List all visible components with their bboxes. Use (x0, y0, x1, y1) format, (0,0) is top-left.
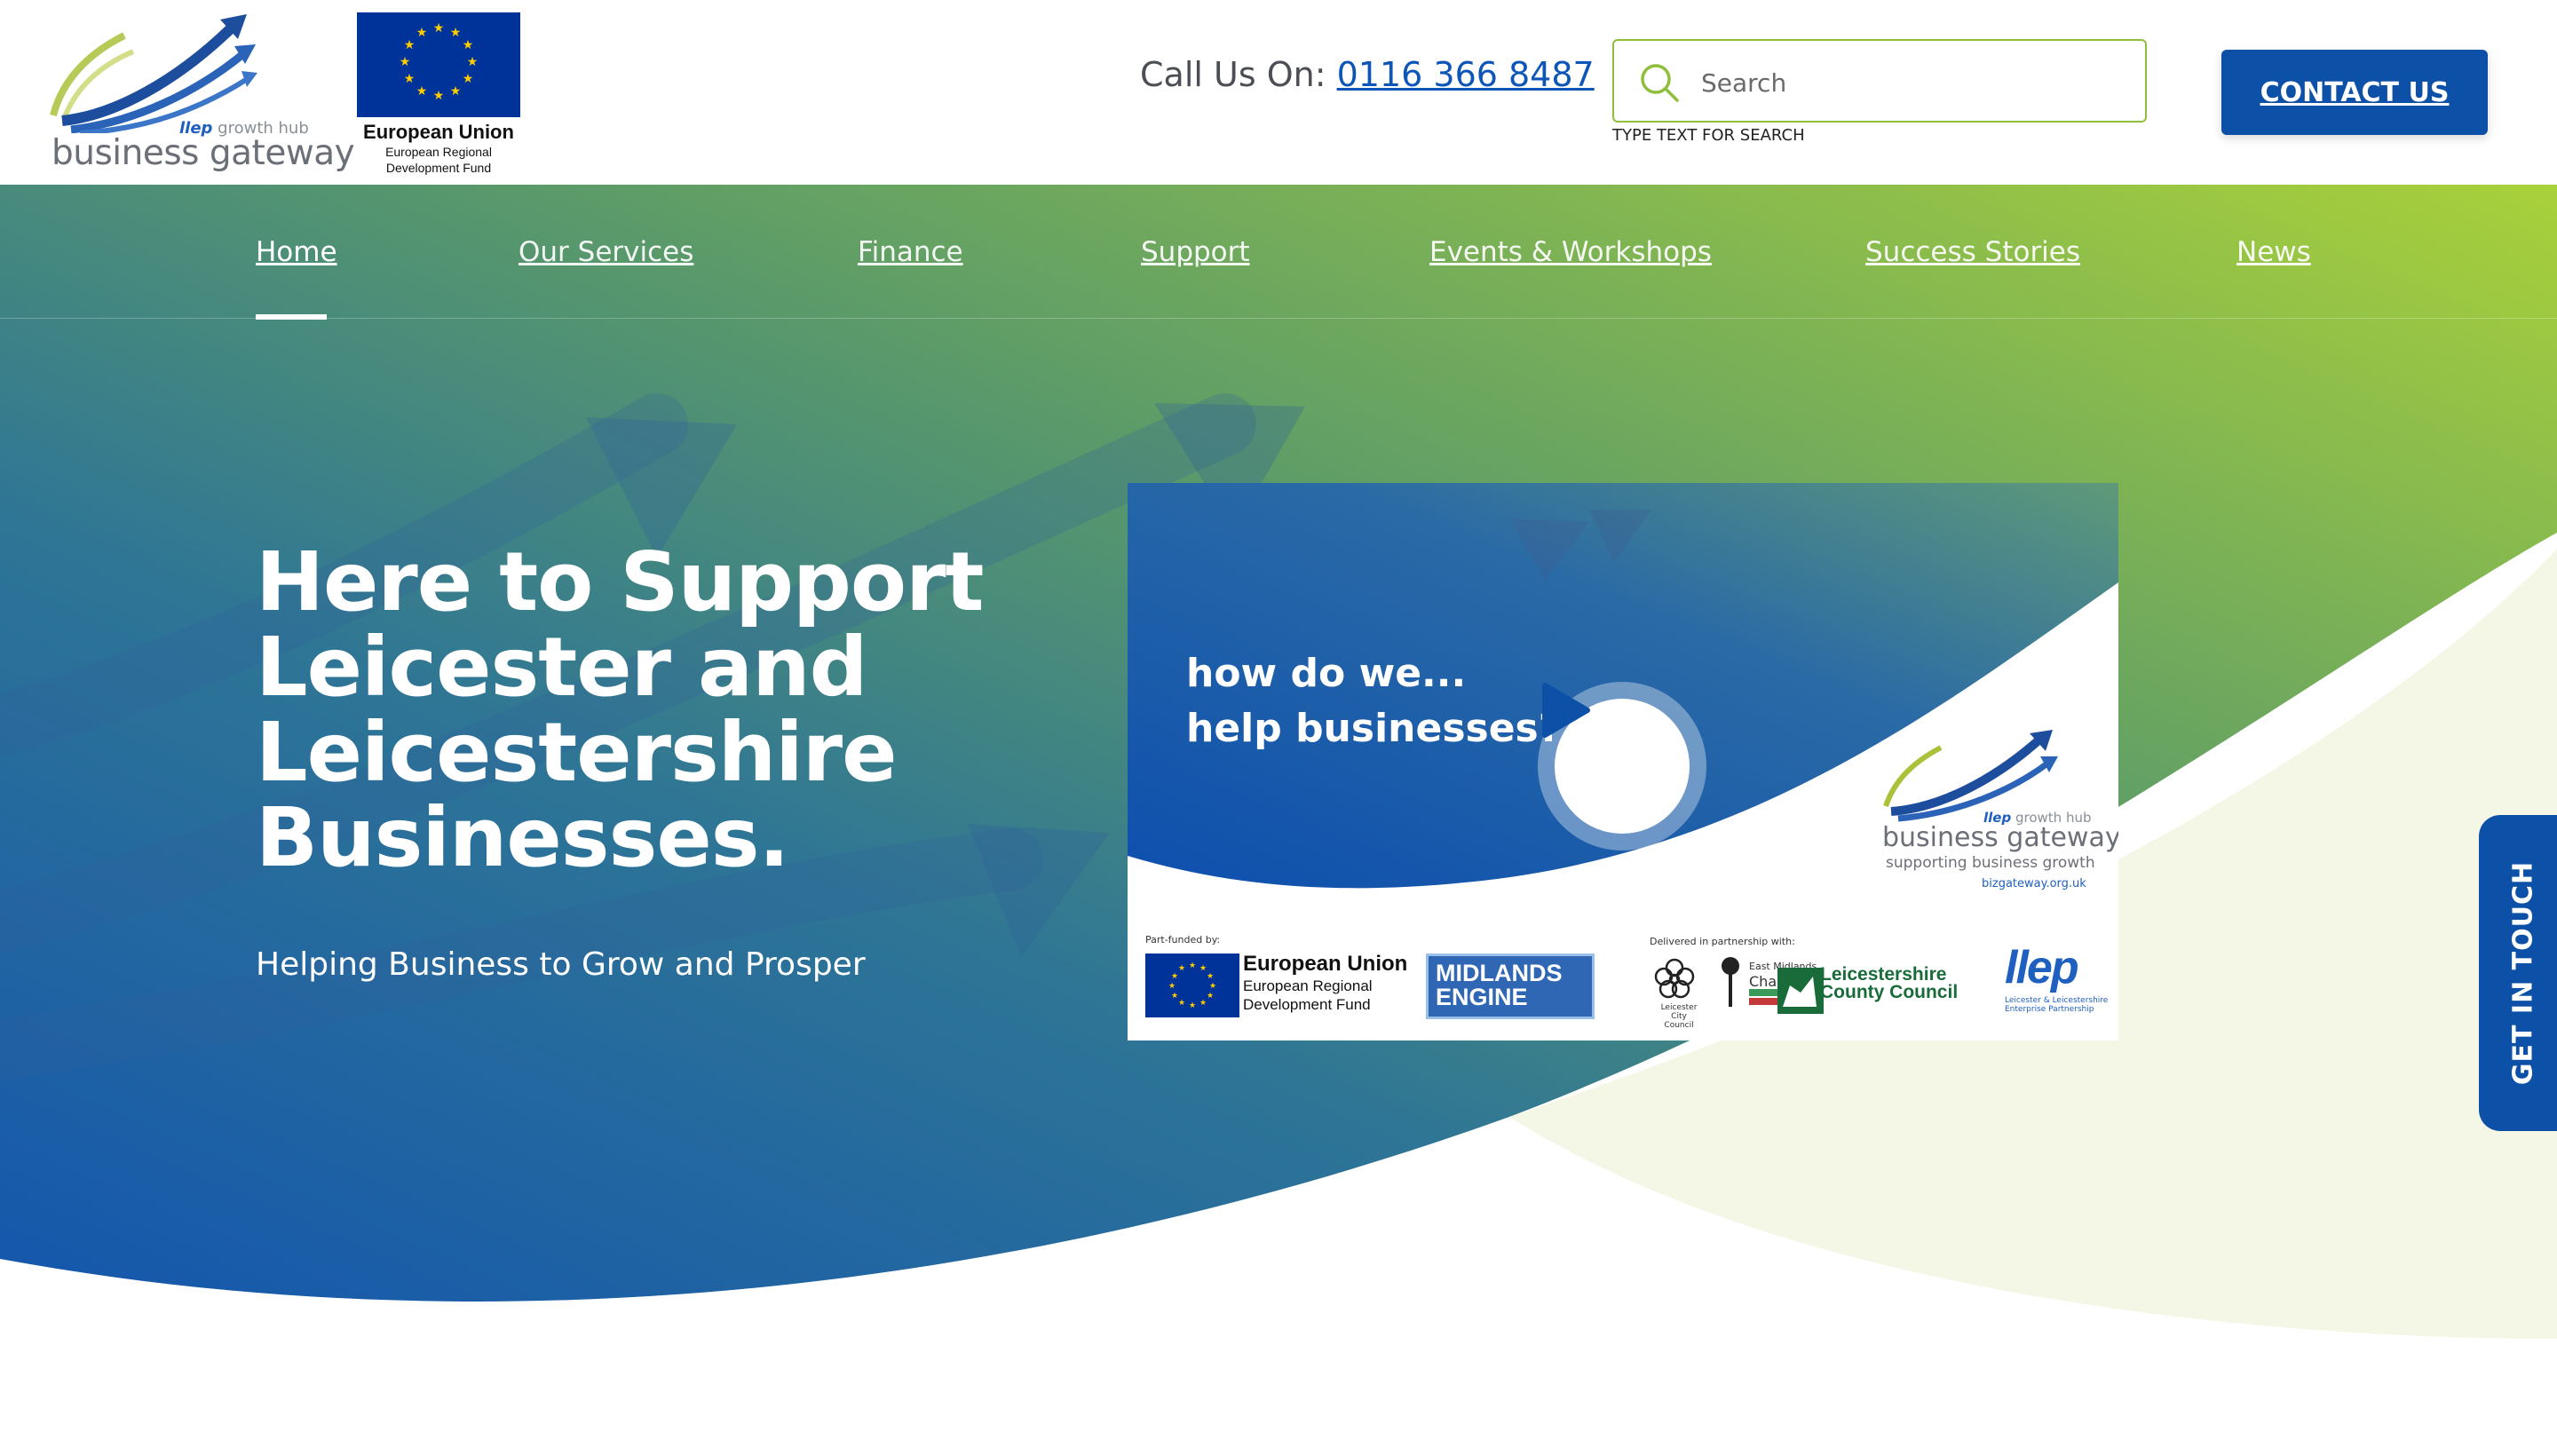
search-box[interactable] (1612, 39, 2147, 123)
call-us-label: Call Us On: (1140, 55, 1326, 94)
eu-flag-icon: ★ ★ ★ ★ ★ ★ ★ ★ ★ ★ ★ ★ (1145, 954, 1239, 1017)
site-header: llep growth hub business gateway ★ ★ ★ ★ ★ ★… (0, 0, 2557, 185)
nav-our-services[interactable]: Our Services (519, 236, 693, 268)
eu-subtitle-1: European Regional (385, 145, 492, 159)
play-icon (1542, 683, 1590, 738)
eu-title: European Union (363, 121, 514, 143)
nav-finance[interactable]: Finance (858, 236, 963, 268)
get-in-touch-tab[interactable]: GET IN TOUCH (2479, 815, 2557, 1131)
nav-active-indicator (256, 314, 327, 320)
nav-home[interactable]: Home (256, 236, 337, 268)
svg-text:★: ★ (1168, 982, 1176, 991)
svg-text:★: ★ (1209, 982, 1216, 991)
svg-text:★: ★ (433, 21, 445, 36)
play-button[interactable] (1538, 682, 1706, 851)
svg-text:★: ★ (433, 89, 445, 103)
hero-section: Home Our Services Finance Support Events… (0, 185, 2557, 1456)
main-nav: Home Our Services Finance Support Events… (0, 185, 2557, 320)
nav-support[interactable]: Support (1141, 236, 1250, 268)
hero-title: Here to Support Leicester and Leicesters… (256, 540, 1126, 881)
brand-name: business gateway (51, 133, 355, 173)
video-brand-logo: llep growth hub business gateway support… (1879, 726, 2118, 904)
svg-text:★: ★ (1189, 961, 1196, 970)
chamber-tree-icon (1722, 957, 1739, 1007)
leicestershire-county-council-logo: Leicestershire County Council (1820, 964, 1959, 1002)
business-gateway-logo[interactable]: llep growth hub business gateway (44, 9, 355, 178)
svg-text:★: ★ (1178, 964, 1185, 973)
video-question: how do we... help businesses? (1186, 651, 1562, 751)
llep-logo: llep (2005, 942, 2079, 993)
svg-text:★: ★ (416, 26, 428, 40)
growth-arrows-logo-mark (50, 14, 257, 133)
eu-subtitle-2: Development Fund (385, 161, 492, 175)
svg-text:★: ★ (1207, 992, 1214, 1001)
search-hint: TYPE TEXT FOR SEARCH (1612, 126, 1805, 145)
hero-title-line: Leicester and (256, 620, 867, 715)
svg-text:★: ★ (404, 72, 416, 86)
county-council-fox-icon (1777, 968, 1824, 1014)
call-us: Call Us On: 0116 366 8487 (1140, 55, 1595, 94)
svg-text:★: ★ (416, 84, 428, 99)
svg-text:★: ★ (1171, 992, 1178, 1001)
eu-funding-logo: ★ ★ ★ ★ ★ ★ ★ ★ ★ ★ ★ ★ European Union European … (357, 12, 520, 175)
svg-text:★: ★ (404, 38, 416, 52)
hero-subtitle: Helping Business to Grow and Prosper (256, 946, 866, 983)
hero-title-line: Here to Support (256, 534, 984, 629)
midlands-engine-logo: MIDLANDS ENGINE (1426, 954, 1595, 1019)
hero-title-line: Businesses. (256, 790, 789, 885)
contact-us-button[interactable]: CONTACT US (2221, 50, 2488, 135)
partner-logos-strip: Part-funded by: ★ ★ ★ ★ ★ ★ ★ ★ ★ ★ ★ ★ European… (1128, 922, 2118, 1041)
svg-text:★: ★ (1199, 999, 1207, 1008)
hero-title-line: Leicestershire (256, 705, 898, 800)
svg-text:★: ★ (467, 55, 479, 69)
phone-link[interactable]: 0116 366 8487 (1337, 55, 1595, 94)
svg-text:★: ★ (1178, 999, 1185, 1008)
nav-success-stories[interactable]: Success Stories (1865, 236, 2080, 268)
eu-flag-icon: ★ ★ ★ ★ ★ ★ ★ ★ ★ ★ ★ ★ (357, 12, 520, 117)
svg-text:★: ★ (450, 26, 462, 40)
city-council-rose-icon (1654, 958, 1695, 999)
svg-text:★: ★ (463, 38, 474, 52)
search-icon (1641, 64, 1679, 102)
svg-text:★: ★ (1171, 972, 1178, 981)
svg-text:★: ★ (400, 55, 411, 69)
svg-text:★: ★ (450, 84, 462, 99)
svg-text:★: ★ (463, 72, 474, 86)
video-thumbnail[interactable]: how do we... help businesses? llep growt… (1128, 483, 2118, 1041)
nav-events-workshops[interactable]: Events & Workshops (1429, 236, 1712, 268)
svg-text:★: ★ (1207, 972, 1214, 981)
svg-text:★: ★ (1189, 1001, 1196, 1010)
search-input[interactable] (1699, 57, 2129, 108)
svg-text:★: ★ (1199, 964, 1207, 973)
nav-news[interactable]: News (2236, 236, 2311, 268)
